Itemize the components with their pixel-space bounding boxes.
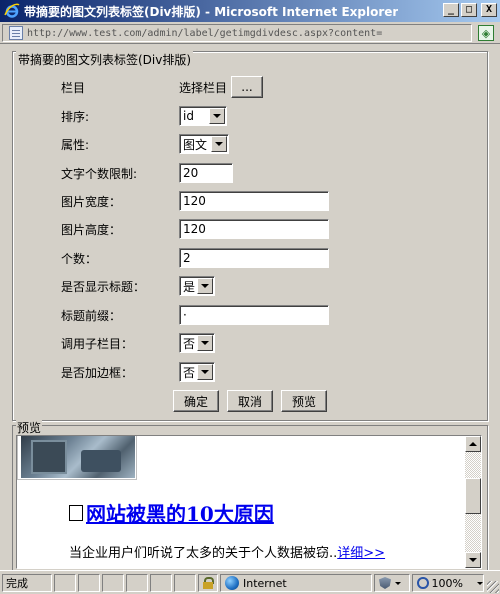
preview-button[interactable]: 预览 [281,390,327,412]
preview-frame: 网站被黑的10大原因 当企业用户们听说了太多的关于个人数据被窃..详细>> [16,435,482,569]
chevron-down-icon [477,581,483,585]
zoom-pane[interactable]: 100% [412,574,484,592]
status-pane [78,574,100,592]
minimize-button[interactable]: _ [443,3,459,17]
resize-grip[interactable] [487,581,499,593]
sort-select[interactable]: id [179,106,227,126]
column-label: 栏目 [61,80,86,95]
status-pane [150,574,172,592]
vertical-scrollbar[interactable] [465,436,481,568]
img-width-label: 图片宽度： [61,194,122,209]
close-button[interactable]: X [481,3,497,17]
scroll-thumb[interactable] [465,478,481,514]
sub-column-select[interactable]: 否 [179,333,215,353]
attr-select[interactable]: 图文 [179,134,229,154]
chevron-down-icon [395,581,401,585]
shield-icon [379,577,391,589]
zoom-level: 100% [431,576,463,590]
sort-row: 排序: id [13,105,489,127]
attr-row: 属性: 图文 [13,133,489,155]
img-height-label: 图片高度： [61,222,122,237]
sub-column-value: 否 [183,336,196,351]
status-pane [174,574,196,592]
column-browse-button[interactable]: ... [231,76,264,98]
chevron-down-icon[interactable] [209,108,225,124]
more-link[interactable]: 详细>> [337,546,385,561]
scroll-up-button[interactable] [465,436,481,452]
status-pane [54,574,76,592]
internet-explorer-icon [4,3,20,18]
compatibility-icon[interactable]: ◈ [478,25,494,41]
border-value: 否 [183,365,196,380]
sort-value: id [183,109,194,123]
missing-glyph-icon [69,504,83,521]
maximize-button[interactable]: □ [461,3,477,17]
attr-value: 图文 [183,137,208,152]
article-title: 网站被黑的10大原因 [69,498,274,527]
sub-column-row: 调用子栏目： 否 [13,332,489,354]
show-title-value: 是 [183,279,196,294]
button-row: 确定 取消 预览 [13,390,489,412]
img-width-row: 图片宽度： 120 [13,190,489,212]
ok-button[interactable]: 确定 [173,390,219,412]
protected-mode-pane[interactable] [374,574,410,592]
title-prefix-label: 标题前缀： [61,308,122,323]
lock-icon [202,577,214,589]
title-prefix-row: 标题前缀： · [13,304,489,326]
security-pane[interactable] [198,574,218,592]
sub-column-label: 调用子栏目： [61,336,134,351]
scroll-down-button[interactable] [465,552,481,568]
column-select-text: 选择栏目 [179,80,228,95]
status-bar: 完成 Internet 100% [0,570,500,594]
text-limit-label: 文字个数限制: [61,166,138,181]
status-text-pane: 完成 [2,574,52,592]
window-titlebar[interactable]: 带摘要的图文列表标签(Div排版) - Microsoft Internet E… [0,0,500,22]
page-icon [9,26,23,40]
img-height-input[interactable]: 120 [179,219,329,239]
summary-text: 当企业用户们听说了太多的关于个人数据被窃.. [69,546,338,561]
img-height-row: 图片高度： 120 [13,218,489,240]
column-row: 栏目 选择栏目 ... [13,76,489,98]
preview-legend: 预览 [16,419,43,436]
address-url: http://www.test.com/admin/label/getimgdi… [27,27,383,39]
zone-pane[interactable]: Internet [220,574,372,592]
zone-text: Internet [243,576,287,590]
text-limit-row: 文字个数限制: 20 [13,162,489,184]
form-legend: 带摘要的图文列表标签(Div排版) [16,51,194,68]
chevron-down-icon[interactable] [197,335,213,351]
status-pane [102,574,124,592]
form-fieldset: 栏目 选择栏目 ... 排序: id 属性: 图文 文字个数限制: 20 图片宽… [12,51,488,421]
zoom-icon [417,577,429,589]
sort-label: 排序: [61,109,90,124]
status-pane [126,574,148,592]
count-input[interactable]: 2 [179,248,329,268]
address-bar: http://www.test.com/admin/label/getimgdi… [0,22,500,44]
title-prefix-input[interactable]: · [179,305,329,325]
status-text: 完成 [6,577,28,590]
address-field[interactable]: http://www.test.com/admin/label/getimgdi… [2,24,472,42]
article-thumbnail[interactable] [17,436,137,480]
attr-label: 属性: [61,137,90,152]
page-content: 栏目 选择栏目 ... 排序: id 属性: 图文 文字个数限制: 20 图片宽… [4,45,496,573]
chevron-down-icon[interactable] [211,136,227,152]
article-summary: 当企业用户们听说了太多的关于个人数据被窃..详细>> [69,542,385,561]
article-title-link[interactable]: 网站被黑的10大原因 [86,498,274,527]
border-select[interactable]: 否 [179,362,215,382]
text-limit-input[interactable]: 20 [179,163,233,183]
globe-icon [225,576,239,590]
window-title: 带摘要的图文列表标签(Div排版) - Microsoft Internet E… [24,4,399,19]
show-title-row: 是否显示标题： 是 [13,275,489,297]
chevron-down-icon[interactable] [197,364,213,380]
show-title-label: 是否显示标题： [61,279,146,294]
count-row: 个数： 2 [13,247,489,269]
cancel-button[interactable]: 取消 [227,390,273,412]
img-width-input[interactable]: 120 [179,191,329,211]
border-label: 是否加边框： [61,365,134,380]
show-title-select[interactable]: 是 [179,276,215,296]
count-label: 个数： [61,251,98,266]
chevron-down-icon[interactable] [197,278,213,294]
border-row: 是否加边框： 否 [13,361,489,383]
